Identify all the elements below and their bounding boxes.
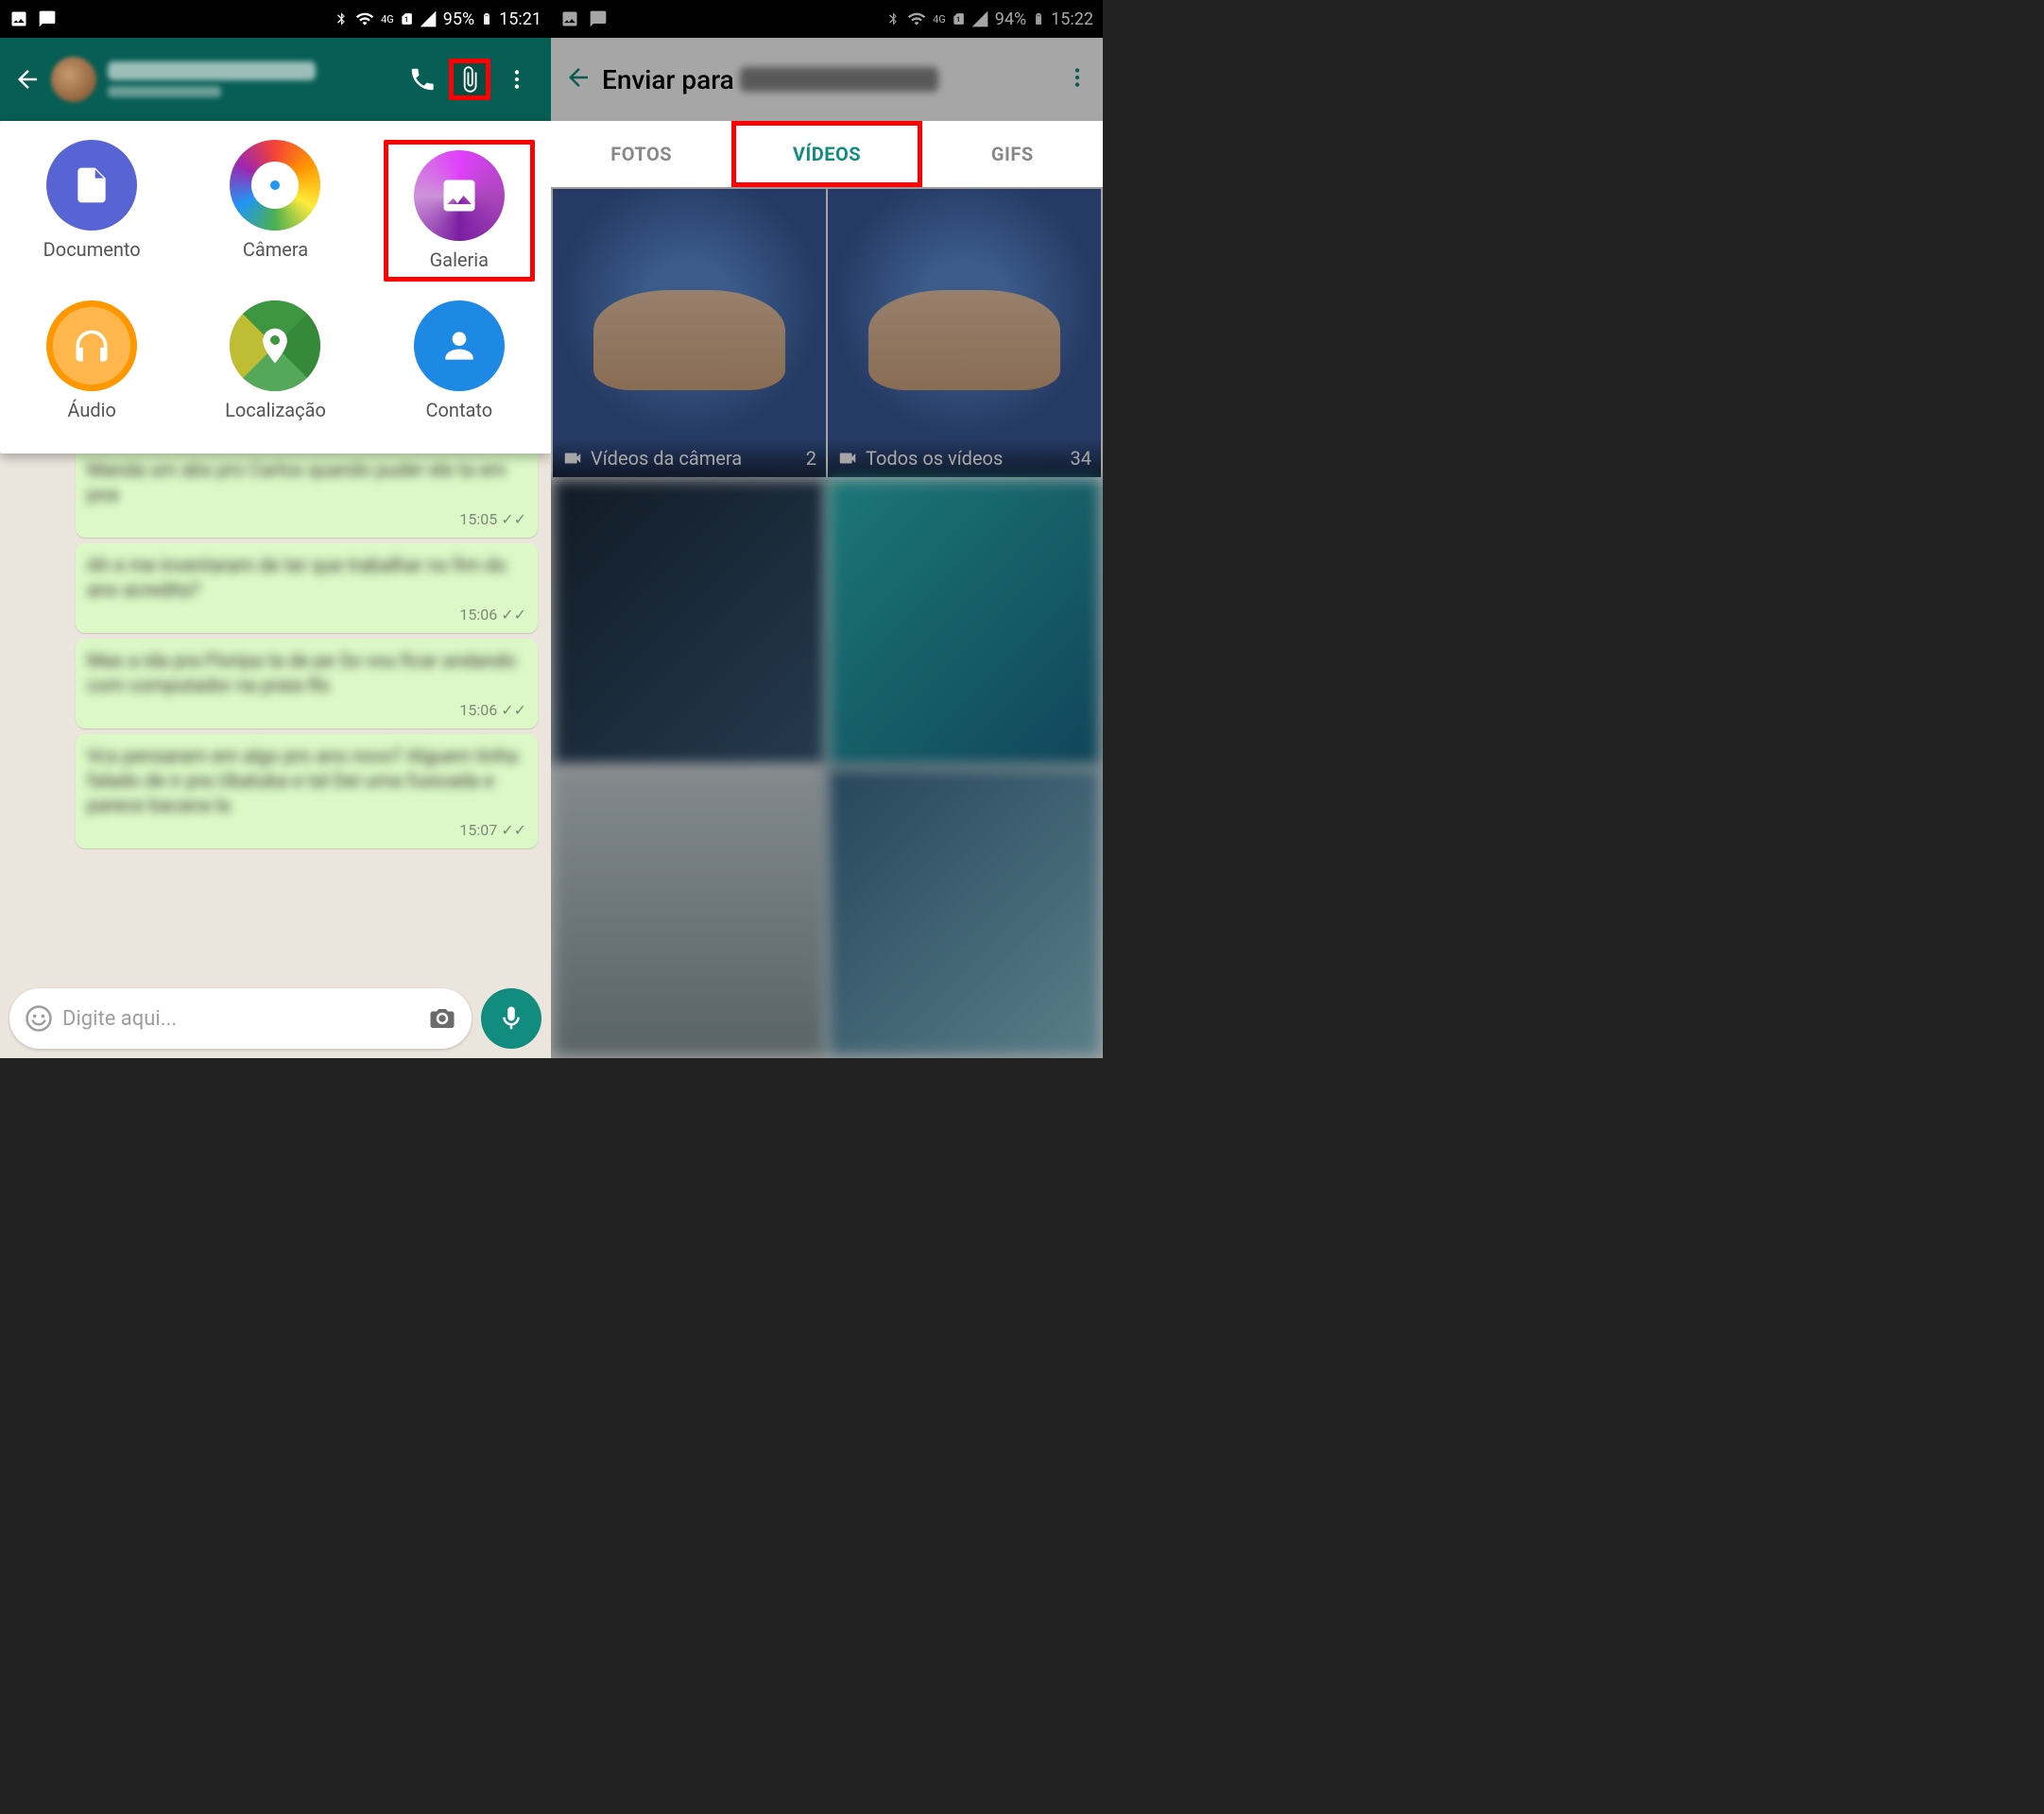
check-icon: ✓✓ xyxy=(501,510,526,528)
sim-icon: 1 xyxy=(952,9,965,28)
video-folder[interactable] xyxy=(553,768,826,1056)
video-icon xyxy=(837,448,858,469)
video-icon xyxy=(562,448,583,469)
attachment-panel: Documento Câmera Galeria xyxy=(0,121,551,454)
sim-icon: 1 xyxy=(400,9,413,28)
back-button[interactable] xyxy=(564,63,602,95)
attach-label: Galeria xyxy=(430,248,490,271)
signal-icon xyxy=(970,9,989,28)
message-time: 15:06 xyxy=(459,701,497,719)
camera-icon[interactable] xyxy=(428,1004,456,1033)
attach-camera[interactable]: Câmera xyxy=(199,140,351,282)
video-folder[interactable]: Todos os vídeos 34 xyxy=(828,189,1101,477)
call-button[interactable] xyxy=(402,59,443,100)
video-gallery: Vídeos da câmera 2 Todos os vídeos 34 xyxy=(551,187,1103,1058)
tab-videos[interactable]: VÍDEOS xyxy=(731,121,921,187)
image-icon xyxy=(438,175,480,216)
camera-icon xyxy=(261,171,289,199)
folder-count: 34 xyxy=(1071,447,1091,470)
bluetooth-icon xyxy=(885,9,901,28)
headphones-icon xyxy=(71,325,112,367)
chat-icon xyxy=(589,9,608,28)
chat-header xyxy=(0,38,551,121)
more-button[interactable] xyxy=(1065,65,1090,94)
message-bubble[interactable]: Manda um abs pro Carlos quando puder ele… xyxy=(76,448,538,538)
person-icon xyxy=(438,325,480,367)
bluetooth-icon xyxy=(334,9,349,28)
attach-document[interactable]: Documento xyxy=(16,140,167,282)
picker-title: Enviar para xyxy=(602,64,734,95)
attach-label: Localização xyxy=(225,399,326,421)
contact-number xyxy=(740,67,938,92)
mic-button[interactable] xyxy=(481,988,541,1049)
check-icon: ✓✓ xyxy=(501,606,526,624)
clock-time: 15:21 xyxy=(499,9,541,29)
input-placeholder: Digite aqui... xyxy=(62,1007,428,1031)
battery-icon xyxy=(480,9,493,29)
battery-icon xyxy=(1032,9,1045,29)
signal-icon xyxy=(419,9,438,28)
svg-text:1: 1 xyxy=(404,16,408,24)
battery-percent: 95% xyxy=(443,9,474,29)
svg-text:1: 1 xyxy=(956,16,960,24)
battery-percent: 94% xyxy=(995,9,1026,29)
attach-contact[interactable]: Contato xyxy=(384,300,535,421)
attach-label: Documento xyxy=(43,238,141,261)
more-vert-icon xyxy=(505,67,529,92)
more-button[interactable] xyxy=(496,59,538,100)
location-icon xyxy=(254,325,296,367)
tab-gifs[interactable]: GIFS xyxy=(922,121,1103,187)
attach-audio[interactable]: Áudio xyxy=(16,300,167,421)
message-bubble[interactable]: Mas a ida pra Floripa ta de pe So vou fi… xyxy=(76,639,538,728)
wifi-icon xyxy=(354,9,375,28)
video-folder[interactable] xyxy=(828,479,1101,767)
tab-photos[interactable]: FOTOS xyxy=(551,121,731,187)
phone-icon xyxy=(408,65,437,94)
message-input[interactable]: Digite aqui... xyxy=(9,988,472,1049)
attach-label: Áudio xyxy=(67,399,116,421)
status-bar: 4G 1 94% 15:22 xyxy=(551,0,1103,38)
attach-label: Contato xyxy=(425,399,492,421)
check-icon: ✓✓ xyxy=(501,821,526,839)
contact-name[interactable] xyxy=(108,61,396,97)
message-time: 15:06 xyxy=(459,606,497,624)
avatar[interactable] xyxy=(51,57,96,102)
image-icon xyxy=(560,9,579,28)
message-time: 15:07 xyxy=(459,821,497,839)
paperclip-icon xyxy=(455,65,484,94)
video-folder[interactable] xyxy=(828,768,1101,1056)
picker-header: Enviar para xyxy=(551,38,1103,121)
emoji-icon[interactable] xyxy=(25,1004,53,1033)
message-time: 15:05 xyxy=(459,510,497,528)
folder-label: Vídeos da câmera xyxy=(591,447,742,470)
more-vert-icon xyxy=(1065,65,1090,90)
clock-time: 15:22 xyxy=(1051,9,1093,29)
check-icon: ✓✓ xyxy=(501,701,526,719)
video-folder[interactable] xyxy=(553,479,826,767)
video-folder[interactable]: Vídeos da câmera 2 xyxy=(553,189,826,477)
back-icon xyxy=(564,63,593,92)
attach-button[interactable] xyxy=(449,59,490,100)
message-bubble[interactable]: Vcs pensaram em algo pro ano novo? Algue… xyxy=(76,734,538,848)
attach-location[interactable]: Localização xyxy=(199,300,351,421)
document-icon xyxy=(71,164,112,206)
back-icon[interactable] xyxy=(13,65,42,94)
chat-icon xyxy=(38,9,57,28)
mic-icon xyxy=(497,1004,525,1033)
folder-count: 2 xyxy=(806,447,816,470)
image-icon xyxy=(9,9,28,28)
folder-label: Todos os vídeos xyxy=(866,447,1003,470)
wifi-icon xyxy=(906,9,927,28)
status-bar: 4G 1 95% 15:21 xyxy=(0,0,551,38)
attach-label: Câmera xyxy=(243,238,308,261)
attach-gallery[interactable]: Galeria xyxy=(384,140,535,282)
media-tabs: FOTOS VÍDEOS GIFS xyxy=(551,121,1103,187)
message-bubble[interactable]: Ah e me inventaram de ter que trabalhar … xyxy=(76,543,538,633)
